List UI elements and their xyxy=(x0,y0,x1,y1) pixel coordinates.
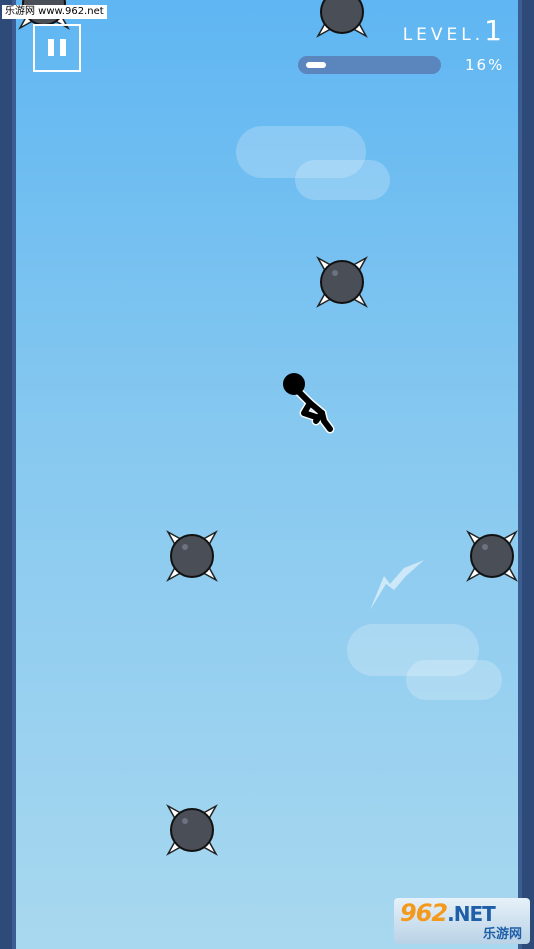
level-label: LEVEL. xyxy=(402,25,485,45)
spiked-mine-icon xyxy=(166,530,218,582)
cloud xyxy=(295,160,390,200)
cloud xyxy=(406,660,502,700)
site-watermark: 乐游网 www.962.net xyxy=(2,5,107,19)
wind-streak-icon xyxy=(370,560,424,610)
level-number: 1 xyxy=(484,14,502,47)
logo-brand: 962.NET xyxy=(400,899,496,927)
progress-percent: 16% xyxy=(465,56,505,74)
site-logo-watermark: 962.NET 乐游网 xyxy=(394,898,530,944)
pause-icon xyxy=(48,39,54,56)
progress-fill xyxy=(306,62,326,68)
spiked-mine-icon xyxy=(466,530,518,582)
logo-subtitle: 乐游网 xyxy=(482,927,522,942)
right-wall xyxy=(518,0,534,949)
left-wall xyxy=(0,0,16,949)
spiked-mine-icon xyxy=(166,804,218,856)
pause-icon-bar xyxy=(60,39,66,56)
level-indicator: LEVEL.1 xyxy=(403,14,502,47)
spiked-mine-icon xyxy=(316,0,368,38)
progress-bar xyxy=(298,56,441,74)
spiked-mine-icon xyxy=(316,256,368,308)
logo-brand-number: 962 xyxy=(400,899,448,927)
stickman-player xyxy=(283,373,335,434)
pause-button[interactable] xyxy=(33,24,81,72)
game-stage[interactable]: LEVEL.1 16% 乐游网 www.962.net 962.NET 乐游网 xyxy=(0,0,534,949)
